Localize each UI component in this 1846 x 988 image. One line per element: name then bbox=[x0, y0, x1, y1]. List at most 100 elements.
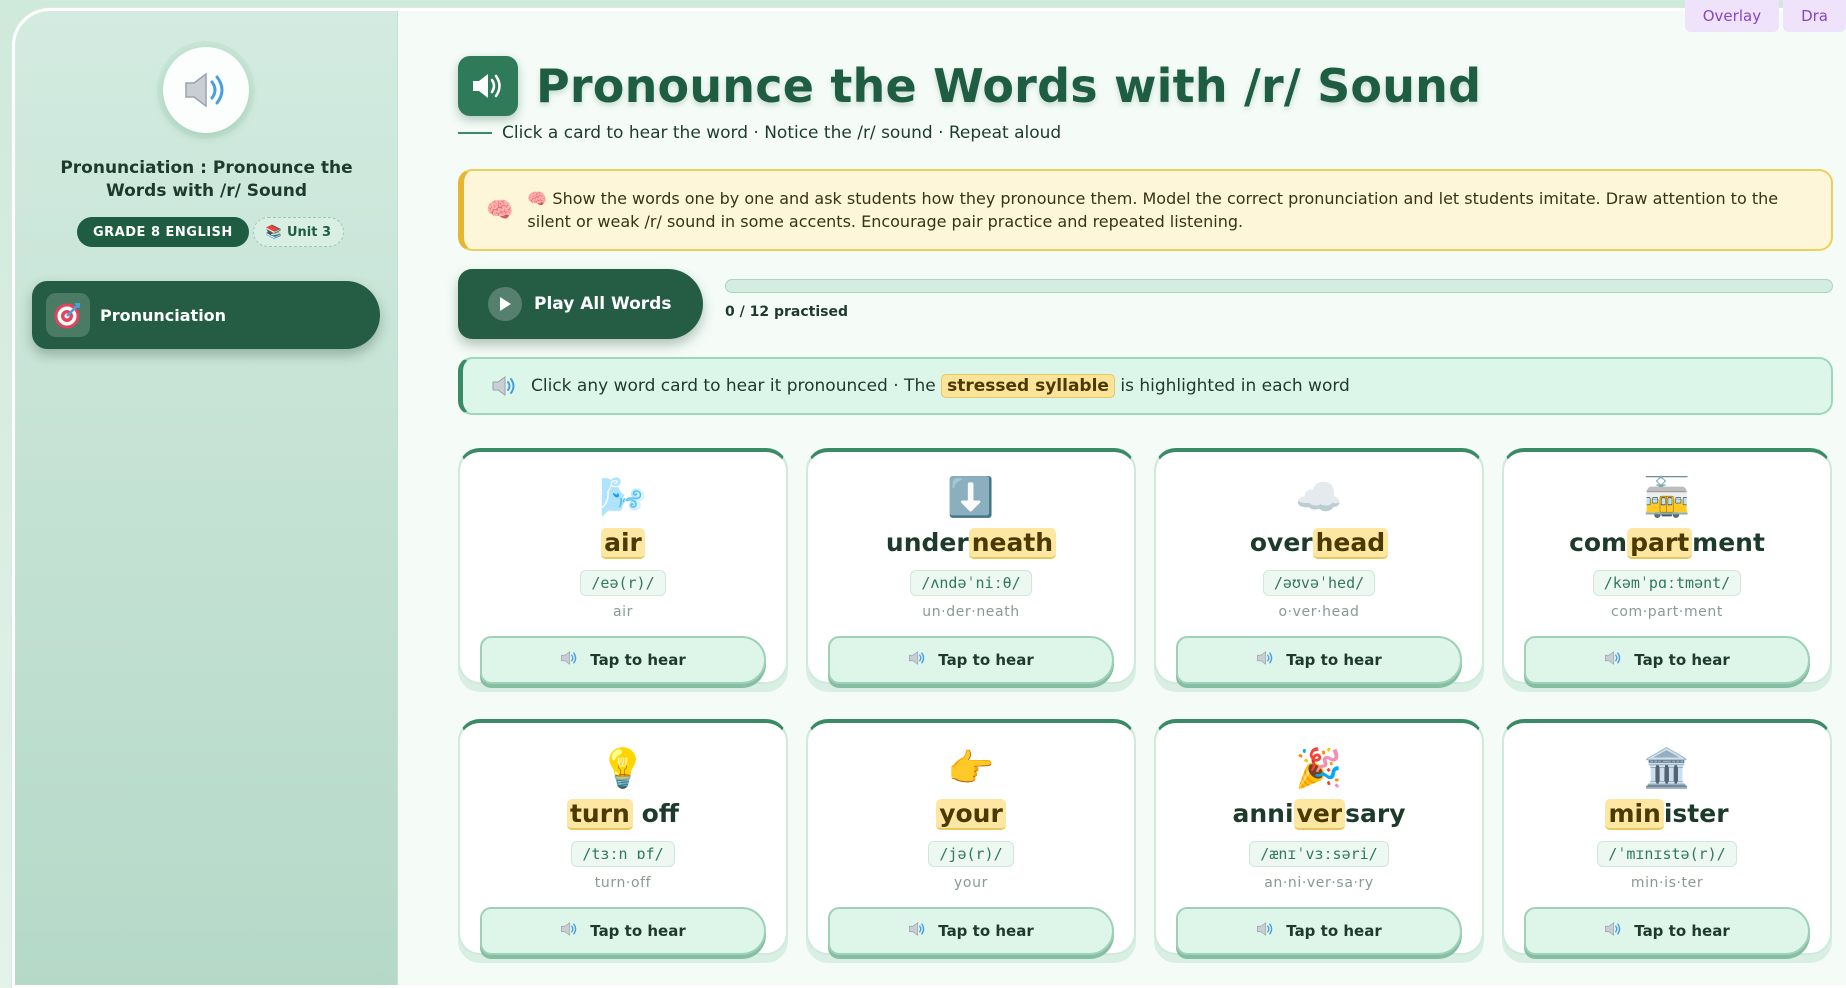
word-text: air bbox=[601, 526, 645, 560]
tap-to-hear-button[interactable]: Tap to hear bbox=[1524, 636, 1810, 684]
speaker-icon bbox=[163, 47, 249, 133]
word-card[interactable]: 🚋 com part ment/kəmˈpɑːtmənt/com·part·ment T… bbox=[1502, 448, 1832, 684]
word-prefix: com bbox=[1569, 528, 1628, 557]
unit-badge: 📚 Unit 3 bbox=[252, 217, 345, 247]
lesson-title: Pronunciation : Pronounce the Words with… bbox=[60, 158, 353, 201]
grade-badge: GRADE 8 ENGLISH bbox=[77, 217, 249, 247]
word-emoji-icon: 🎉 bbox=[1295, 746, 1343, 790]
ipa-transcription: /kəmˈpɑːtmənt/ bbox=[1592, 570, 1742, 596]
syllable-breakdown: o·ver·head bbox=[1278, 604, 1360, 620]
word-prefix: anni bbox=[1232, 799, 1294, 828]
tap-to-hear-label: Tap to hear bbox=[1286, 922, 1382, 940]
word-emoji-icon: 🏛️ bbox=[1643, 746, 1691, 790]
tap-to-hear-button[interactable]: Tap to hear bbox=[828, 907, 1114, 955]
draw-tab[interactable]: Dra bbox=[1783, 0, 1846, 32]
tap-to-hear-label: Tap to hear bbox=[938, 651, 1034, 669]
ipa-transcription: /əʊvəˈhed/ bbox=[1262, 570, 1376, 596]
play-icon bbox=[488, 287, 522, 321]
word-card[interactable]: 👉 your/jə(r)/ your Tap to hear bbox=[806, 719, 1136, 955]
word-card[interactable]: 🎉 anni ver sary/ænɪˈvɜːsəri/an·ni·ver·sa·ry… bbox=[1154, 719, 1484, 955]
progress-bar bbox=[725, 279, 1833, 293]
word-text: over head bbox=[1249, 526, 1389, 560]
speaker-icon bbox=[560, 650, 578, 670]
brain-icon: 🧠 bbox=[486, 197, 514, 223]
word-prefix: over bbox=[1249, 528, 1313, 557]
word-suffix: ment bbox=[1692, 528, 1765, 557]
page-title: Pronounce the Words with /r/ Sound bbox=[536, 59, 1482, 113]
word-text: anni ver sary bbox=[1232, 797, 1406, 831]
app-frame: Pronunciation : Pronounce the Words with… bbox=[12, 8, 1846, 988]
speaker-icon bbox=[560, 921, 578, 941]
stressed-syllable: min bbox=[1605, 799, 1664, 830]
teacher-note: 🧠 🧠 Show the words one by one and ask st… bbox=[458, 169, 1833, 251]
tap-to-hear-button[interactable]: Tap to hear bbox=[480, 636, 766, 684]
tap-to-hear-label: Tap to hear bbox=[1634, 922, 1730, 940]
syllable-breakdown: your bbox=[954, 875, 988, 891]
speaker-icon bbox=[1256, 921, 1274, 941]
speaker-icon bbox=[908, 921, 926, 941]
word-card[interactable]: ☁️ over head/əʊvəˈhed/o·ver·head Tap to hea… bbox=[1154, 448, 1484, 684]
stressed-syllable: your bbox=[936, 799, 1006, 830]
word-emoji-icon: 💡 bbox=[599, 746, 647, 790]
tap-to-hear-label: Tap to hear bbox=[1634, 651, 1730, 669]
subtitle-text: Click a card to hear the word · Notice t… bbox=[502, 123, 1062, 143]
ipa-transcription: /ˈmɪnɪstə(r)/ bbox=[1597, 841, 1737, 867]
unit-badge-label: Unit 3 bbox=[287, 224, 332, 240]
word-text: min ister bbox=[1605, 797, 1729, 831]
stressed-syllable: turn bbox=[566, 799, 633, 830]
sidebar-item-pronunciation[interactable]: Pronunciation bbox=[32, 281, 380, 349]
main-content: Pronounce the Words with /r/ Sound Click… bbox=[458, 11, 1846, 985]
syllable-breakdown: air bbox=[612, 604, 634, 620]
speaker-icon bbox=[1604, 921, 1622, 941]
word-card[interactable]: 🌬️ air/eə(r)/ air Tap to hear bbox=[458, 448, 788, 684]
sidebar: Pronunciation : Pronounce the Words with… bbox=[15, 11, 398, 985]
word-suffix: off bbox=[632, 799, 680, 828]
syllable-breakdown: an·ni·ver·sa·ry bbox=[1264, 875, 1374, 891]
word-emoji-icon: ☁️ bbox=[1295, 475, 1343, 519]
tip-highlight: stressed syllable bbox=[941, 374, 1115, 398]
word-text: turn off bbox=[566, 797, 680, 831]
tip-text-after: is highlighted in each word bbox=[1120, 376, 1350, 396]
tap-to-hear-button[interactable]: Tap to hear bbox=[1524, 907, 1810, 955]
tap-to-hear-button[interactable]: Tap to hear bbox=[828, 636, 1114, 684]
ipa-transcription: /ænɪˈvɜːsəri/ bbox=[1249, 841, 1389, 867]
play-all-label: Play All Words bbox=[534, 294, 672, 314]
word-card[interactable]: ⬇️ under neath/ʌndəˈniːθ/un·der·neath Tap t… bbox=[806, 448, 1136, 684]
sidebar-item-label: Pronunciation bbox=[100, 305, 227, 325]
target-icon bbox=[46, 293, 90, 337]
syllable-breakdown: un·der·neath bbox=[922, 604, 1020, 620]
word-card[interactable]: 💡 turn off/tɜːn ɒf/turn·off Tap to hear bbox=[458, 719, 788, 955]
word-card-grid: 🌬️ air/eə(r)/ air Tap to hear ⬇️ under neath/ʌ… bbox=[458, 448, 1846, 955]
word-suffix: sary bbox=[1345, 799, 1406, 828]
word-text: your bbox=[936, 797, 1006, 831]
ipa-transcription: /tɜːn ɒf/ bbox=[571, 841, 675, 867]
syllable-breakdown: com·part·ment bbox=[1611, 604, 1723, 620]
tap-to-hear-button[interactable]: Tap to hear bbox=[1176, 636, 1462, 684]
ipa-transcription: /eə(r)/ bbox=[580, 570, 666, 596]
tap-to-hear-label: Tap to hear bbox=[590, 922, 686, 940]
tap-to-hear-button[interactable]: Tap to hear bbox=[480, 907, 766, 955]
word-emoji-icon: 🌬️ bbox=[599, 475, 647, 519]
syllable-breakdown: min·is·ter bbox=[1630, 875, 1704, 891]
tip-text-before: Click any word card to hear it pronounce… bbox=[531, 376, 936, 396]
tap-to-hear-label: Tap to hear bbox=[938, 922, 1034, 940]
word-emoji-icon: 👉 bbox=[947, 746, 995, 790]
word-text: com part ment bbox=[1569, 526, 1765, 560]
tap-to-hear-button[interactable]: Tap to hear bbox=[1176, 907, 1462, 955]
overlay-tabs: Overlay Dra bbox=[1684, 0, 1846, 32]
word-card[interactable]: 🏛️ min ister/ˈmɪnɪstə(r)/ min·is·ter Tap to … bbox=[1502, 719, 1832, 955]
word-text: under neath bbox=[886, 526, 1057, 560]
stressed-syllable: air bbox=[601, 528, 645, 559]
stressed-syllable: head bbox=[1312, 528, 1389, 559]
progress-label: 0 / 12 practised bbox=[725, 304, 848, 320]
ipa-transcription: /jə(r)/ bbox=[928, 841, 1014, 867]
word-suffix: ister bbox=[1663, 799, 1729, 828]
teacher-note-text: 🧠 Show the words one by one and ask stud… bbox=[527, 189, 1779, 231]
overlay-tab[interactable]: Overlay bbox=[1684, 0, 1780, 32]
speaker-icon bbox=[1604, 650, 1622, 670]
badge-row: GRADE 8 ENGLISH 📚 Unit 3 bbox=[77, 217, 345, 247]
play-all-button[interactable]: Play All Words bbox=[458, 269, 703, 339]
word-emoji-icon: 🚋 bbox=[1643, 475, 1691, 519]
books-icon: 📚 bbox=[265, 224, 282, 240]
instruction-tip: Click any word card to hear it pronounce… bbox=[458, 357, 1833, 415]
